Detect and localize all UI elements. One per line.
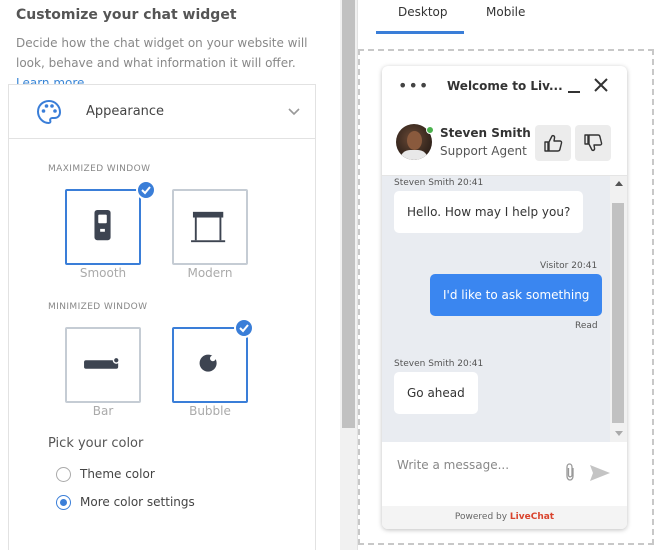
more-color-settings-label[interactable]: More color settings (80, 495, 195, 509)
minimized-option-bar[interactable] (65, 327, 141, 403)
agent-name: Steven Smith (440, 126, 531, 140)
modern-label: Modern (187, 266, 233, 280)
powered-by-text: Powered by (454, 512, 510, 522)
theme-color-label[interactable]: Theme color (80, 467, 155, 481)
pick-color-heading: Pick your color (48, 436, 144, 451)
widget-header: ••• Welcome to Liv... (382, 66, 627, 111)
tab-mobile[interactable]: Mobile (486, 5, 525, 19)
maximized-window-label: MAXIMIZED WINDOW (48, 164, 151, 174)
smooth-label: Smooth (79, 266, 127, 280)
agent-role: Support Agent (440, 144, 527, 158)
message-meta: Steven Smith 20:41 (394, 178, 484, 188)
online-status-dot (426, 126, 434, 134)
livechat-brand[interactable]: LiveChat (510, 512, 554, 522)
palette-icon (36, 99, 62, 125)
scrollbar-thumb[interactable] (342, 0, 355, 428)
appearance-title: Appearance (86, 104, 165, 119)
message-input[interactable]: Write a message... (397, 458, 509, 472)
settings-scrollbar[interactable] (340, 0, 357, 550)
more-options-icon[interactable]: ••• (398, 76, 429, 95)
active-tab-indicator (376, 31, 464, 34)
thumbs-up-icon (544, 134, 563, 152)
message-meta: Visitor 20:41 (540, 261, 598, 271)
settings-heading: Customize your chat widget (16, 7, 237, 23)
description-text: Decide how the chat widget on your websi… (16, 36, 308, 70)
scroll-down-icon[interactable] (615, 431, 623, 436)
send-icon[interactable] (589, 464, 611, 482)
thumbs-down-button[interactable] (575, 125, 611, 161)
maximized-option-modern[interactable] (172, 189, 248, 265)
message-scrollbar-thumb[interactable] (612, 203, 624, 423)
message-composer[interactable]: Write a message... (382, 442, 627, 506)
message-meta: Steven Smith 20:41 (394, 359, 484, 369)
tab-desktop[interactable]: Desktop (398, 5, 448, 19)
message-scrollbar[interactable] (610, 176, 627, 442)
bubble-widget-icon (199, 354, 217, 372)
widget-title: Welcome to Liv... (447, 79, 563, 93)
scroll-up-icon[interactable] (615, 181, 623, 186)
bar-label: Bar (92, 404, 114, 418)
window-frame-icon (191, 211, 226, 243)
appearance-card: Appearance MAXIMIZED WINDOW Smooth Moder… (8, 84, 316, 550)
minimized-option-bubble[interactable] (172, 327, 248, 403)
visitor-message: I'd like to ask something (430, 274, 603, 316)
paperclip-icon[interactable] (562, 462, 578, 482)
settings-panel: Customize your chat widget Decide how th… (0, 0, 340, 550)
chevron-down-icon[interactable] (287, 104, 301, 118)
more-color-settings-radio[interactable] (56, 495, 71, 510)
chat-widget: ••• Welcome to Liv... Steven Smith Suppo… (382, 66, 627, 529)
bubble-label: Bubble (189, 404, 231, 418)
minimized-window-label: MINIMIZED WINDOW (48, 302, 148, 312)
message-list[interactable]: Steven Smith 20:41 Hello. How may I help… (382, 176, 627, 442)
close-icon[interactable] (594, 78, 608, 92)
agent-bar: Steven Smith Support Agent (382, 111, 627, 176)
maximized-option-smooth[interactable] (65, 189, 141, 265)
theme-color-radio[interactable] (56, 467, 71, 482)
powered-by-footer: Powered by LiveChat (382, 506, 627, 529)
thumbs-down-icon (584, 134, 603, 152)
appearance-header[interactable]: Appearance (9, 85, 315, 139)
thumbs-up-button[interactable] (535, 125, 571, 161)
smooth-selected-check-icon (136, 180, 156, 200)
agent-message: Go ahead (394, 372, 478, 414)
read-receipt: Read (575, 321, 598, 331)
mobile-window-icon (94, 209, 111, 241)
minimize-icon[interactable] (567, 80, 581, 94)
agent-message: Hello. How may I help you? (394, 191, 584, 233)
bar-widget-icon (84, 356, 120, 369)
bubble-selected-check-icon (234, 318, 254, 338)
preview-panel: Desktop Mobile ••• Welcome to Liv... Ste… (358, 0, 654, 550)
